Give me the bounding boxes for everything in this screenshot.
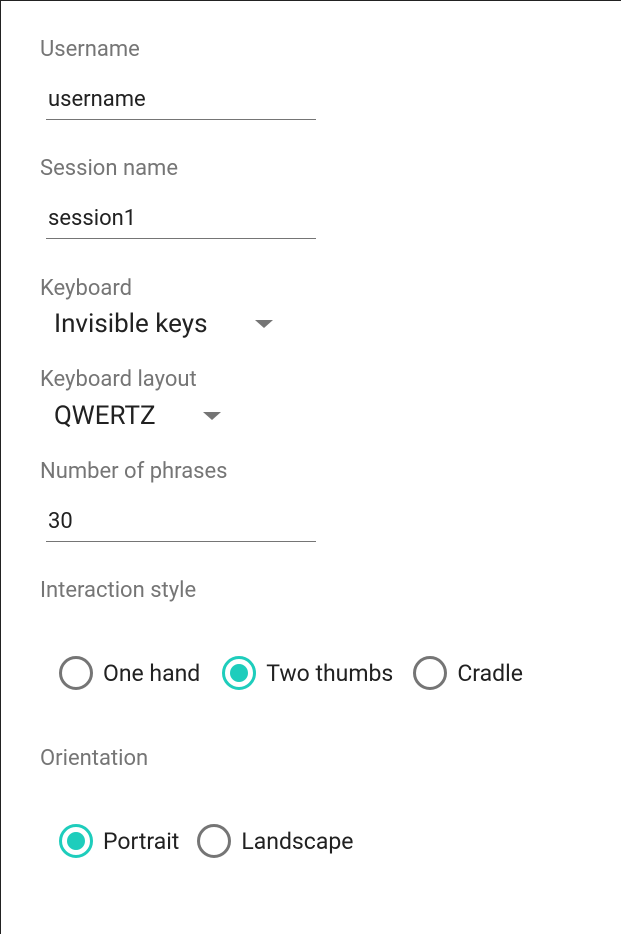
- radio-label: Cradle: [457, 659, 523, 687]
- username-label: Username: [40, 37, 140, 62]
- orientation-label: Orientation: [40, 746, 149, 771]
- radio-unchecked-icon: [197, 824, 232, 858]
- radio-label: Two thumbs: [266, 659, 394, 687]
- keyboard-layout-label: Keyboard layout: [40, 367, 197, 392]
- radio-portrait[interactable]: Portrait: [59, 824, 179, 858]
- radio-label: Portrait: [103, 827, 180, 855]
- session-name-field-container: [46, 199, 316, 239]
- radio-cradle[interactable]: Cradle: [413, 656, 523, 690]
- username-input[interactable]: [46, 80, 316, 119]
- radio-landscape[interactable]: Landscape: [197, 824, 353, 858]
- radio-two-thumbs[interactable]: Two thumbs: [222, 656, 393, 690]
- radio-unchecked-icon: [413, 656, 448, 690]
- number-of-phrases-field-container: [46, 502, 316, 542]
- interaction-style-label: Interaction style: [40, 578, 197, 603]
- number-of-phrases-input[interactable]: [46, 502, 316, 541]
- keyboard-label: Keyboard: [40, 276, 132, 301]
- dropdown-arrow-icon: [254, 320, 273, 328]
- number-of-phrases-label: Number of phrases: [40, 459, 228, 484]
- radio-checked-icon: [59, 824, 93, 858]
- radio-label: One hand: [103, 659, 201, 687]
- radio-label: Landscape: [241, 827, 354, 855]
- radio-checked-icon: [222, 656, 257, 690]
- radio-unchecked-icon: [59, 656, 93, 690]
- radio-one-hand[interactable]: One hand: [59, 656, 200, 690]
- dropdown-arrow-icon: [202, 412, 221, 420]
- keyboard-selected-value: Invisible keys: [54, 309, 208, 339]
- keyboard-layout-selected-value: QWERTZ: [54, 401, 156, 431]
- settings-form: Username Session name Keyboard Invisible…: [0, 0, 621, 934]
- username-field-container: [46, 80, 316, 120]
- orientation-radio-group: Portrait Landscape: [59, 824, 375, 858]
- keyboard-dropdown[interactable]: Invisible keys: [54, 309, 273, 339]
- interaction-style-radio-group: One hand Two thumbs Cradle: [59, 656, 545, 690]
- keyboard-layout-dropdown[interactable]: QWERTZ: [54, 401, 221, 431]
- session-name-input[interactable]: [46, 199, 316, 238]
- session-name-label: Session name: [40, 156, 179, 181]
